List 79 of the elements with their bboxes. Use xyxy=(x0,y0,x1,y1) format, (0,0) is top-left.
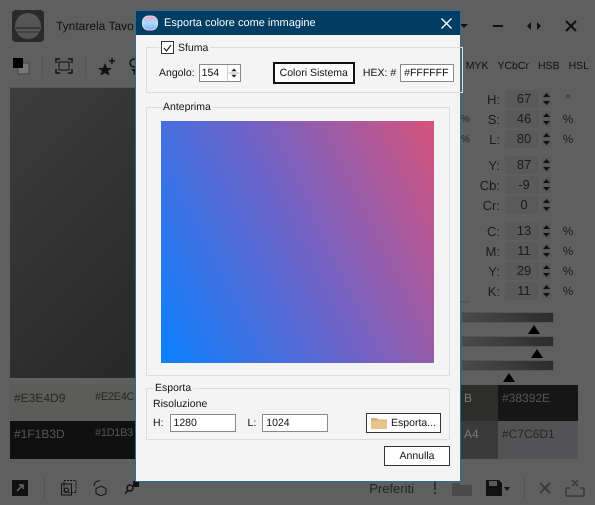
number-field[interactable]: 29 xyxy=(505,262,539,280)
color-swatch[interactable]: #1F1B3D xyxy=(10,421,92,459)
checkmark-icon xyxy=(163,44,172,52)
cancel-button[interactable]: Annulla xyxy=(384,446,450,466)
favorites-label: Preferiti xyxy=(369,480,414,496)
number-field[interactable]: 87 xyxy=(505,156,539,174)
folder-icon[interactable] xyxy=(452,480,472,496)
color-swatch[interactable]: B xyxy=(459,385,498,421)
spinner-arrows-icon[interactable] xyxy=(226,65,240,81)
zoom-picker-icon[interactable] xyxy=(125,481,139,495)
slider-track[interactable] xyxy=(461,312,554,335)
width-label: L: xyxy=(248,417,256,429)
field-label: K: xyxy=(486,284,501,298)
unit-label: % xyxy=(562,264,574,278)
palette-app-icon xyxy=(142,15,158,31)
height-input-field[interactable]: 1280 xyxy=(170,414,236,432)
number-field[interactable]: 11 xyxy=(505,242,539,260)
field-label: Y: xyxy=(487,264,501,278)
field-label: L: xyxy=(488,132,501,146)
window-title: Tyntarela Tavo xyxy=(56,19,134,33)
export-button[interactable]: Esporta... xyxy=(366,413,441,433)
save-icon[interactable] xyxy=(486,480,510,496)
star-plus-icon[interactable] xyxy=(98,57,116,75)
field-label: Y: xyxy=(487,158,501,172)
hex-label: HEX: # xyxy=(362,67,396,79)
unit-label: % xyxy=(562,112,574,126)
color-swatch[interactable]: #38392E xyxy=(498,385,578,421)
slider-thumb-icon[interactable] xyxy=(528,325,540,334)
field-label: S: xyxy=(486,112,501,126)
expand-icon[interactable] xyxy=(12,480,28,496)
folder-icon xyxy=(371,417,388,429)
delete-icon[interactable] xyxy=(539,482,551,494)
color-model-tab[interactable]: YCbCr xyxy=(497,60,529,72)
percent-label: % xyxy=(461,114,470,124)
angle-spinner[interactable]: 154 xyxy=(198,64,241,82)
cube-rotate-icon[interactable] xyxy=(93,480,109,496)
percent-label: % xyxy=(461,134,470,144)
field-label: M: xyxy=(484,244,501,258)
number-field[interactable]: -9 xyxy=(505,176,539,194)
system-colors-button[interactable]: Colori Sistema xyxy=(272,62,355,84)
checkbox-label: Sfuma xyxy=(178,42,208,54)
fullscreen-icon[interactable] xyxy=(55,58,73,74)
warning-icon xyxy=(432,481,438,495)
image-frame-icon[interactable] xyxy=(61,480,77,496)
field-label: C: xyxy=(486,224,501,238)
slider-thumb-icon[interactable] xyxy=(503,373,516,382)
number-field[interactable]: 13 xyxy=(505,222,539,240)
unit-label: % xyxy=(562,224,574,238)
unit-label: ° xyxy=(564,92,572,106)
hex-input-field[interactable]: #FFFFFF xyxy=(400,64,454,82)
number-field[interactable]: 11 xyxy=(505,282,539,300)
angle-label: Angolo: xyxy=(159,67,195,79)
slider-thumb-icon[interactable] xyxy=(531,349,544,358)
color-swatch[interactable]: A4 xyxy=(459,421,498,459)
number-field[interactable]: 0 xyxy=(505,196,539,214)
number-field[interactable]: 80 xyxy=(505,130,539,148)
width-input-field[interactable]: 1024 xyxy=(262,414,328,432)
group-title: Anteprima xyxy=(162,101,212,113)
unit-label: % xyxy=(562,244,574,258)
color-model-tab[interactable]: MYK xyxy=(466,60,488,72)
number-field[interactable]: 46 xyxy=(505,110,539,128)
dialog-title: Esporta colore come immagine xyxy=(164,17,316,29)
number-field[interactable]: 67 xyxy=(505,90,539,108)
checkbox[interactable] xyxy=(161,41,174,54)
slider-track[interactable] xyxy=(461,360,554,383)
field-label: Cr: xyxy=(482,198,501,212)
clear-list-icon[interactable] xyxy=(565,479,585,497)
swap-colors-icon[interactable] xyxy=(12,57,30,75)
unit-label: % xyxy=(562,284,574,298)
unit-label: % xyxy=(562,132,574,146)
field-label: Cb: xyxy=(478,178,501,192)
app-logo-icon xyxy=(12,10,44,42)
minimize-icon[interactable] xyxy=(493,24,503,28)
slider-track[interactable] xyxy=(461,336,554,359)
field-label: H: xyxy=(486,92,501,106)
dropdown-caret-icon[interactable] xyxy=(459,23,469,29)
color-model-tab[interactable]: HSL xyxy=(568,60,589,72)
resize-arrows-icon[interactable] xyxy=(527,22,541,30)
color-model-tab[interactable]: HSB xyxy=(538,60,560,72)
